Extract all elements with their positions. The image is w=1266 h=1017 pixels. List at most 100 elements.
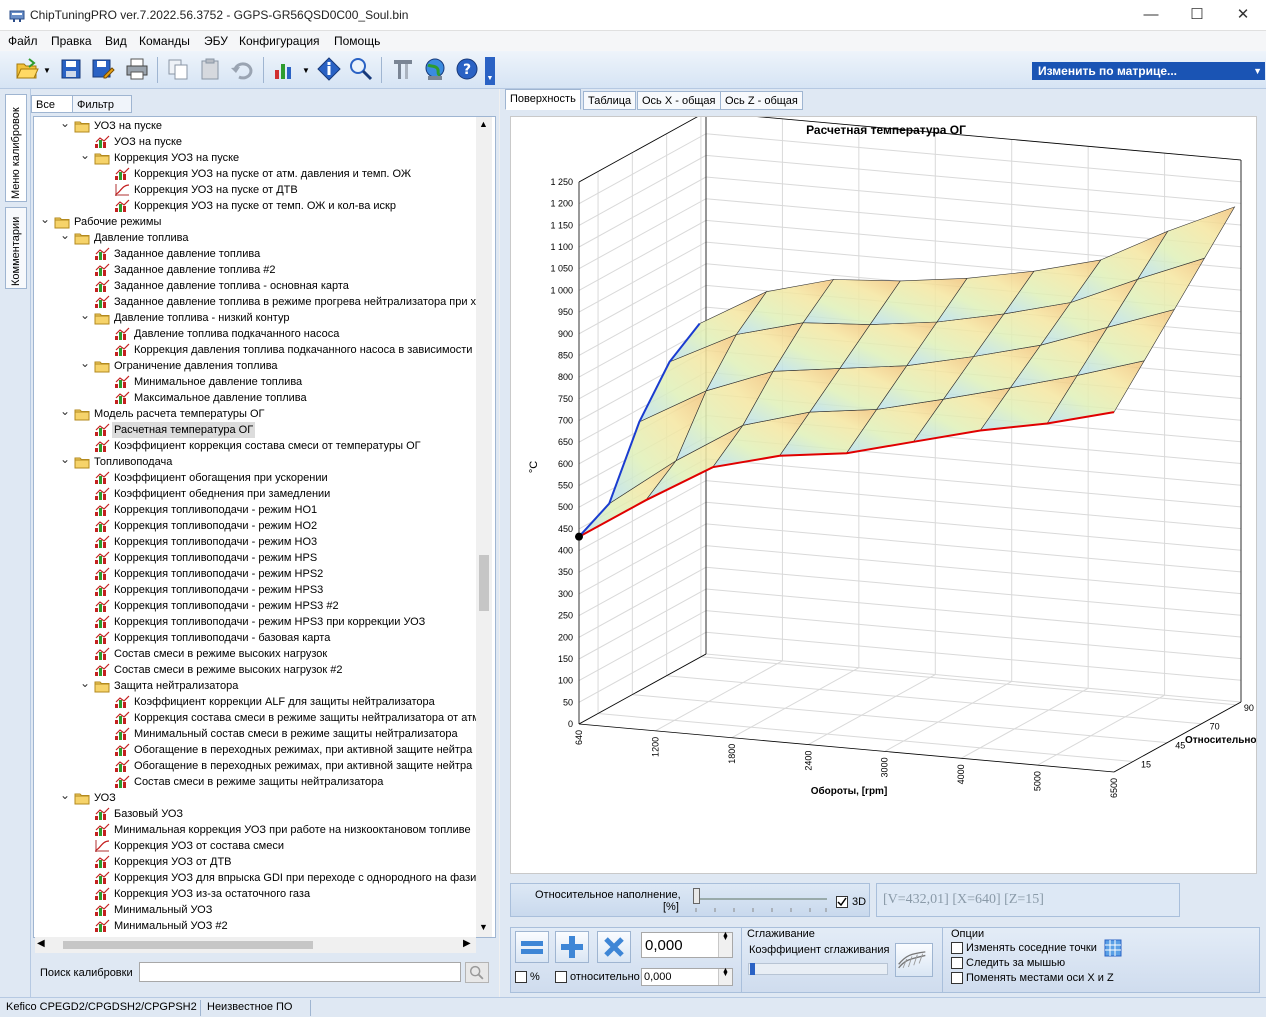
tree-item[interactable]: Состав смеси в режиме защиты нейтрализат… <box>34 774 480 790</box>
smoothing-track[interactable] <box>748 963 888 975</box>
tab-all[interactable]: Все <box>31 95 73 113</box>
maximize-button[interactable]: ☐ <box>1174 0 1220 30</box>
tree-item[interactable]: Минимальная коррекция УОЗ при работе на … <box>34 822 480 838</box>
tree-item[interactable]: Минимальный состав смеси в режиме защиты… <box>34 726 480 742</box>
scroll-right-icon[interactable]: ▶ <box>463 938 471 949</box>
tree-vertical-scrollbar[interactable]: ▲ ▼ <box>476 117 492 937</box>
tree-item[interactable]: Коррекция УОЗ от ДТВ <box>34 854 480 870</box>
tree-item[interactable]: Коэффициент обогащения при ускорении <box>34 470 480 486</box>
save-as-icon[interactable] <box>90 56 116 82</box>
menu-file[interactable]: Файл <box>8 34 38 48</box>
tree-item[interactable]: Обогащение в переходных режимах, при акт… <box>34 742 480 758</box>
tree-item[interactable]: Заданное давление топлива <box>34 246 480 262</box>
tree-folder[interactable]: ⌄ УОЗ на пуске <box>34 118 480 134</box>
tree-item[interactable]: Заданное давление топлива - основная кар… <box>34 278 480 294</box>
tree-item[interactable]: Коэффициент коррекция состава смеси от т… <box>34 438 480 454</box>
neighbors-checkbox[interactable] <box>951 942 963 954</box>
multiply-button[interactable] <box>597 931 631 963</box>
tab-comments[interactable]: Комментарии <box>5 207 27 289</box>
tree-folder[interactable]: ⌄ Защита нейтрализатора <box>34 678 480 694</box>
menu-help[interactable]: Помощь <box>334 34 380 48</box>
paste-icon[interactable] <box>197 56 223 82</box>
tree-folder[interactable]: ⌄ Давление топлива - низкий контур <box>34 310 480 326</box>
tree-item[interactable]: Минимальный УОЗ <box>34 902 480 918</box>
3d-checkbox[interactable] <box>836 896 848 908</box>
tree-item[interactable]: Расчетная температура ОГ <box>34 422 480 438</box>
tree-horizontal-scrollbar[interactable]: ◀ ▶ <box>35 937 476 953</box>
internet-globe-icon[interactable] <box>422 56 448 82</box>
info-icon[interactable] <box>316 56 342 82</box>
swap-axes-checkbox[interactable] <box>951 972 963 984</box>
chevron-down-icon[interactable]: ⌄ <box>60 230 70 243</box>
relative-input[interactable]: 0,000 ▲ ▼ <box>641 967 733 986</box>
minimize-button[interactable]: — <box>1128 0 1174 30</box>
zoom-search-icon[interactable] <box>348 56 374 82</box>
tree-item[interactable]: Коррекция топливоподачи - режим HPS3 #2 <box>34 598 480 614</box>
follow-mouse-checkbox[interactable] <box>951 957 963 969</box>
chevron-down-icon[interactable]: ⌄ <box>40 214 50 227</box>
menu-commands[interactable]: Команды <box>139 34 190 48</box>
tree-item[interactable]: Состав смеси в режиме высоких нагрузок #… <box>34 662 480 678</box>
tree-item[interactable]: Коррекция топливоподачи - режим HO1 <box>34 502 480 518</box>
save-icon[interactable] <box>58 56 84 82</box>
search-button[interactable] <box>465 962 489 983</box>
tree-item[interactable]: Заданное давление топлива #2 <box>34 262 480 278</box>
chevron-down-icon[interactable]: ⌄ <box>80 150 90 163</box>
smoothing-slider-thumb[interactable] <box>750 963 755 975</box>
tab-calibration-menu[interactable]: Меню калибровок <box>5 94 27 202</box>
relative-spinner[interactable]: ▲ ▼ <box>718 967 732 985</box>
chevron-down-icon[interactable]: ⌄ <box>60 790 70 803</box>
tree-folder[interactable]: ⌄ Рабочие режимы <box>34 214 480 230</box>
help-icon[interactable]: ? <box>454 56 480 82</box>
slider-thumb[interactable] <box>693 888 700 904</box>
copy-icon[interactable] <box>165 56 191 82</box>
tree-item[interactable]: Коррекция УОЗ на пуске от темп. ОЖ и кол… <box>34 198 480 214</box>
menu-config[interactable]: Конфигурация <box>239 34 320 48</box>
scroll-down-icon[interactable]: ▼ <box>479 922 488 932</box>
tree-folder[interactable]: ⌄ Коррекция УОЗ на пуске <box>34 150 480 166</box>
modify-by-matrix-dropdown[interactable]: Изменить по матрице... ▼ <box>1032 62 1265 80</box>
tree-folder[interactable]: ⌄ УОЗ <box>34 790 480 806</box>
tree-item[interactable]: Коэффициент обеднения при замедлении <box>34 486 480 502</box>
tree-item[interactable]: Коррекция топливоподачи - базовая карта <box>34 630 480 646</box>
tree-item[interactable]: Минимальное давление топлива <box>34 374 480 390</box>
tree-item[interactable]: Коррекция топливоподачи - режим HO2 <box>34 518 480 534</box>
tree-item[interactable]: Коррекция топливоподачи - режим HPS <box>34 550 480 566</box>
search-input[interactable] <box>139 962 461 982</box>
chevron-down-icon[interactable]: ⌄ <box>80 310 90 323</box>
tree-item[interactable]: Коэффициент коррекции ALF для защиты ней… <box>34 694 480 710</box>
chevron-down-icon[interactable]: ⌄ <box>60 406 70 419</box>
tree-folder[interactable]: ⌄ Топливоподача <box>34 454 480 470</box>
scrollbar-thumb[interactable] <box>63 941 313 949</box>
tree-item[interactable]: Давление топлива подкачанного насоса <box>34 326 480 342</box>
slider-track[interactable] <box>695 898 827 900</box>
tree-item[interactable]: УОЗ на пуске <box>34 134 480 150</box>
scrollbar-thumb[interactable] <box>479 555 489 611</box>
tree-item[interactable]: Базовый УОЗ <box>34 806 480 822</box>
tree-folder[interactable]: ⌄ Давление топлива <box>34 230 480 246</box>
chevron-down-icon[interactable]: ▼ <box>302 66 310 75</box>
toolbar-overflow-button[interactable]: ▼ <box>485 57 495 85</box>
chevron-down-icon[interactable]: ⌄ <box>60 454 70 467</box>
menu-view[interactable]: Вид <box>105 34 127 48</box>
tree-item[interactable]: Коррекция УОЗ на пуске от атм. давления … <box>34 166 480 182</box>
smooth-surface-button[interactable] <box>895 943 933 977</box>
grid-table-icon[interactable] <box>1104 939 1122 957</box>
tree-item[interactable]: Коррекция давления топлива подкачанного … <box>34 342 480 358</box>
chart-select-icon[interactable] <box>272 56 298 82</box>
surface-mesh[interactable] <box>575 206 1236 541</box>
settings-tool-icon[interactable] <box>390 56 416 82</box>
open-folder-icon[interactable] <box>14 56 40 82</box>
tab-table[interactable]: Таблица <box>583 91 637 110</box>
tab-axis-z[interactable]: Ось Z - общая <box>720 91 803 110</box>
percent-checkbox[interactable] <box>515 971 527 983</box>
surface-chart[interactable]: 0 50 100 150 200 250 300 350 400 450 500 550 600 650 7… <box>510 116 1257 874</box>
chevron-down-icon[interactable]: ⌄ <box>80 358 90 371</box>
menu-ecu[interactable]: ЭБУ <box>204 34 228 48</box>
scroll-left-icon[interactable]: ◀ <box>37 938 45 949</box>
surface-chart-svg[interactable]: 0 50 100 150 200 250 300 350 400 450 500 550 600 650 7… <box>511 117 1256 873</box>
tree-item[interactable]: Коррекция УОЗ от состава смеси <box>34 838 480 854</box>
tab-filter[interactable]: Фильтр <box>72 95 132 113</box>
menu-edit[interactable]: Правка <box>51 34 92 48</box>
tab-axis-x[interactable]: Ось X - общая <box>637 91 721 110</box>
